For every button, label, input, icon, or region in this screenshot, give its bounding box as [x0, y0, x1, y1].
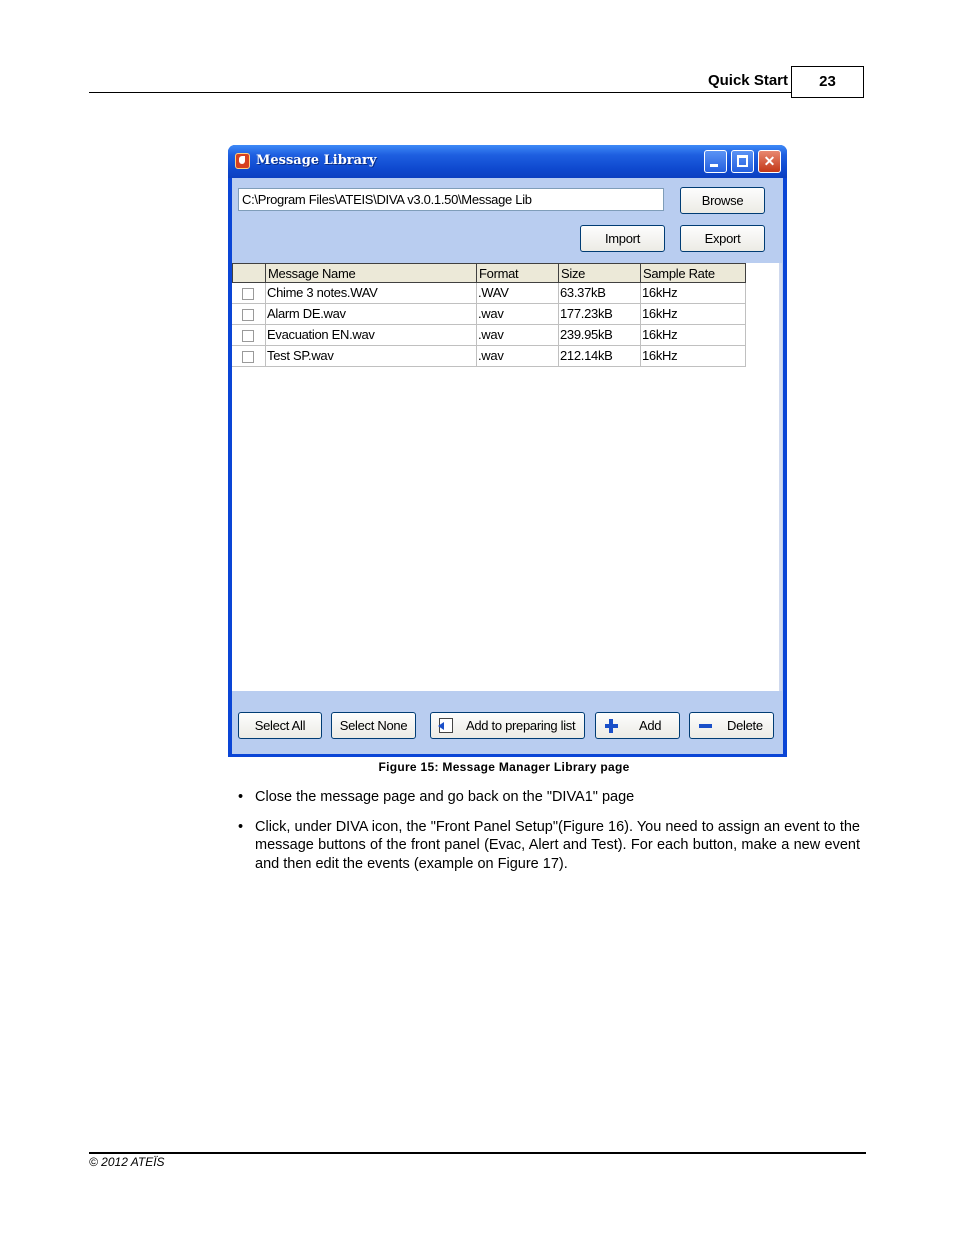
- window-title: Message Library: [256, 153, 377, 168]
- bullet-icon: •: [238, 789, 244, 805]
- row-checkbox-cell: [232, 283, 266, 304]
- row-checkbox-cell: [232, 346, 266, 367]
- figure-caption: Figure 15: Message Manager Library page: [378, 760, 630, 774]
- cell-message-name: Test SP.wav: [265, 346, 477, 367]
- bullet-icon: •: [238, 818, 244, 835]
- table-row[interactable]: Chime 3 notes.WAV .WAV 63.37kB 16kHz: [232, 283, 746, 304]
- row-checkbox[interactable]: [242, 288, 254, 300]
- cell-message-name: Alarm DE.wav: [265, 304, 477, 325]
- cell-sample-rate: 16kHz: [640, 283, 746, 304]
- app-icon: [235, 153, 250, 169]
- page-number: 23: [791, 66, 864, 98]
- close-button[interactable]: ✕: [758, 150, 781, 173]
- column-header-sample-rate[interactable]: Sample Rate: [640, 263, 746, 283]
- header-rule: [89, 92, 791, 93]
- section-title: Quick Start: [707, 72, 788, 89]
- footer-copyright: © 2012 ATEÏS: [89, 1155, 165, 1169]
- browse-button[interactable]: Browse: [680, 187, 765, 214]
- list-item-text: Click, under DIVA icon, the "Front Panel…: [255, 818, 860, 872]
- cell-format: .WAV: [476, 283, 559, 304]
- message-library-window: Message Library ✕ C:\Program Files\ATEIS…: [228, 145, 787, 757]
- cell-format: .wav: [476, 304, 559, 325]
- cell-format: .wav: [476, 346, 559, 367]
- table-row[interactable]: Evacuation EN.wav .wav 239.95kB 16kHz: [232, 325, 746, 346]
- cell-message-name: Chime 3 notes.WAV: [265, 283, 477, 304]
- window-client: C:\Program Files\ATEIS\DIVA v3.0.1.50\Me…: [232, 178, 783, 754]
- row-checkbox-cell: [232, 325, 266, 346]
- row-checkbox-cell: [232, 304, 266, 325]
- title-bar[interactable]: Message Library ✕: [228, 145, 787, 178]
- select-none-button[interactable]: Select None: [331, 712, 416, 739]
- table-row[interactable]: Test SP.wav .wav 212.14kB 16kHz: [232, 346, 746, 367]
- checkbox-column-header: [232, 263, 266, 283]
- close-icon: ✕: [763, 153, 776, 169]
- arrow-left-icon: [438, 718, 453, 733]
- cell-size: 63.37kB: [558, 283, 641, 304]
- row-checkbox[interactable]: [242, 351, 254, 363]
- list-item: • Close the message page and go back on …: [238, 788, 860, 807]
- cell-message-name: Evacuation EN.wav: [265, 325, 477, 346]
- add-button[interactable]: Add: [595, 712, 680, 739]
- minimize-button[interactable]: [704, 150, 727, 173]
- add-label: Add: [639, 718, 662, 733]
- column-header-format[interactable]: Format: [476, 263, 559, 283]
- add-to-preparing-list-button[interactable]: Add to preparing list: [430, 712, 585, 739]
- path-input[interactable]: C:\Program Files\ATEIS\DIVA v3.0.1.50\Me…: [238, 188, 664, 211]
- delete-button[interactable]: Delete: [689, 712, 774, 739]
- cell-format: .wav: [476, 325, 559, 346]
- row-checkbox[interactable]: [242, 309, 254, 321]
- instruction-list: • Close the message page and go back on …: [238, 788, 860, 884]
- maximize-icon: [737, 155, 748, 167]
- minimize-icon: [710, 164, 718, 167]
- export-button[interactable]: Export: [680, 225, 765, 252]
- add-to-preparing-list-label: Add to preparing list: [466, 718, 576, 733]
- column-header-message-name[interactable]: Message Name: [265, 263, 477, 283]
- grid-header: Message Name Format Size Sample Rate: [232, 263, 746, 283]
- select-all-button[interactable]: Select All: [238, 712, 322, 739]
- row-checkbox[interactable]: [242, 330, 254, 342]
- import-button[interactable]: Import: [580, 225, 665, 252]
- column-header-size[interactable]: Size: [558, 263, 641, 283]
- list-item: • Click, under DIVA icon, the "Front Pan…: [238, 818, 860, 874]
- cell-size: 239.95kB: [558, 325, 641, 346]
- list-item-text: Close the message page and go back on th…: [255, 789, 635, 805]
- delete-label: Delete: [727, 718, 763, 733]
- maximize-button[interactable]: [731, 150, 754, 173]
- cell-sample-rate: 16kHz: [640, 346, 746, 367]
- cell-sample-rate: 16kHz: [640, 325, 746, 346]
- cell-size: 177.23kB: [558, 304, 641, 325]
- cell-size: 212.14kB: [558, 346, 641, 367]
- message-grid[interactable]: Message Name Format Size Sample Rate Chi…: [232, 263, 782, 691]
- minus-icon: [699, 724, 712, 728]
- footer-rule: [89, 1152, 866, 1154]
- cell-sample-rate: 16kHz: [640, 304, 746, 325]
- table-row[interactable]: Alarm DE.wav .wav 177.23kB 16kHz: [232, 304, 746, 325]
